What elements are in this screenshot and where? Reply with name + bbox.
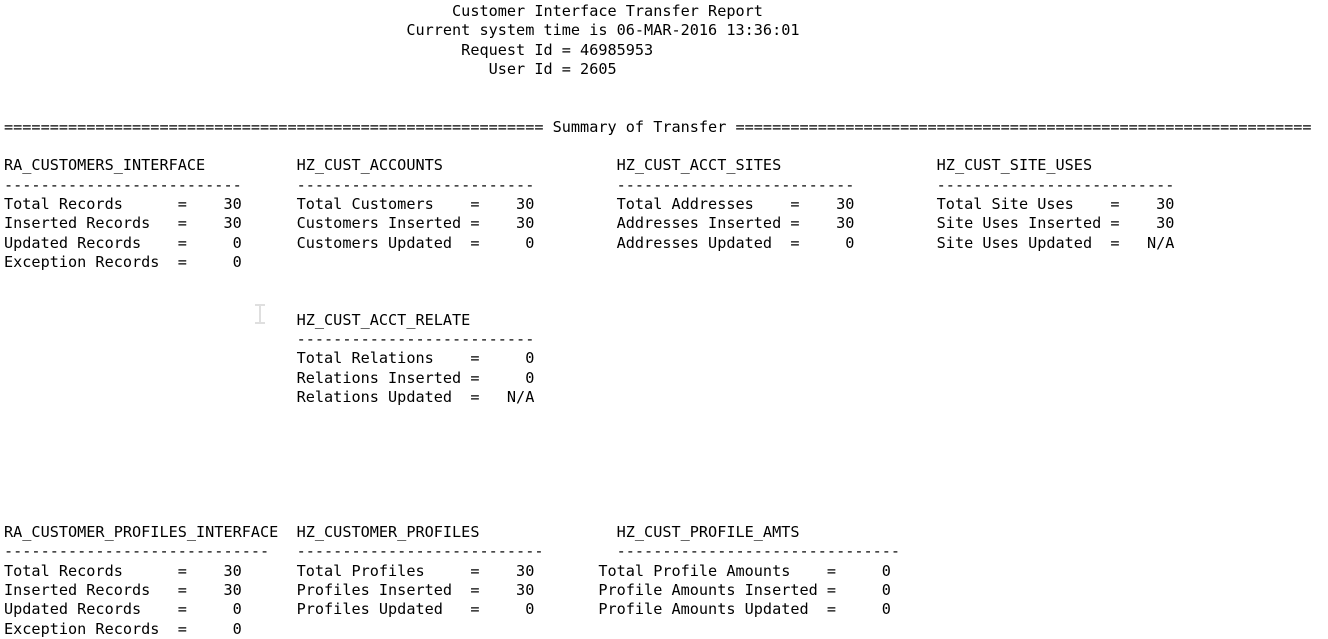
report-page: Customer Interface Transfer Report Curre… (0, 0, 1328, 638)
report-body-text[interactable]: Customer Interface Transfer Report Curre… (4, 2, 1312, 639)
